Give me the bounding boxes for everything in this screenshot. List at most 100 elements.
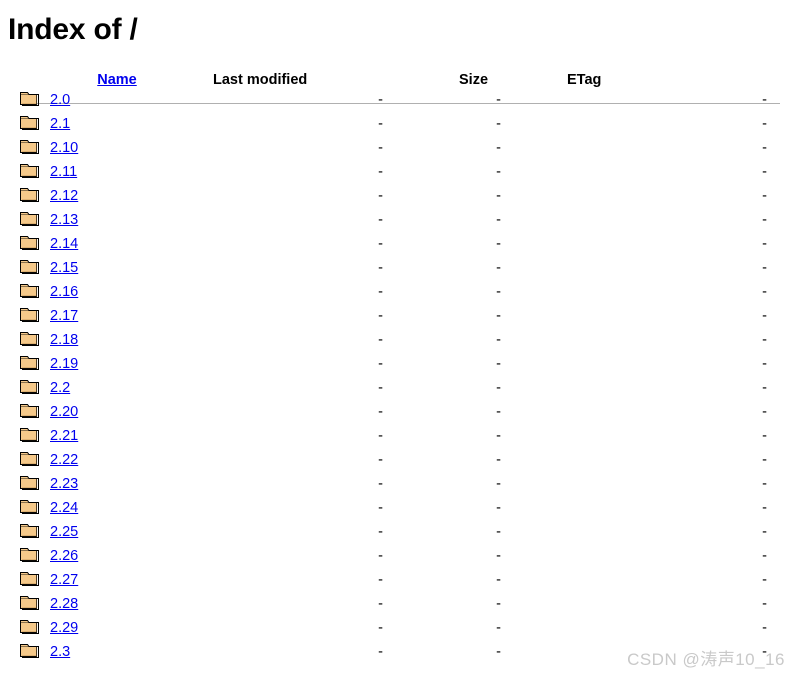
directory-link[interactable]: 2.2: [50, 380, 70, 396]
table-header-row: Name Last modified Size ETag: [0, 66, 797, 88]
page-root: Index of / Name Last modified Size ETag: [0, 0, 797, 676]
row-name-cell: 2.29: [50, 616, 200, 640]
row-icon-cell: [0, 304, 50, 328]
table-row: 2.26 - - -: [0, 544, 797, 568]
folder-icon: [20, 259, 40, 275]
directory-link[interactable]: 2.3: [50, 644, 70, 660]
directory-link[interactable]: 2.17: [50, 308, 78, 324]
row-name-cell: 2.20: [50, 400, 200, 424]
row-icon-cell: [0, 328, 50, 352]
table-row: 2.12 - - -: [0, 184, 797, 208]
folder-icon: [20, 235, 40, 251]
row-icon-cell: [0, 208, 50, 232]
table-row: 2.0 - - -: [0, 88, 797, 112]
row-size-cell: -: [496, 356, 501, 372]
directory-link[interactable]: 2.27: [50, 572, 78, 588]
row-icon-cell: [0, 568, 50, 592]
row-icon-cell: [0, 256, 50, 280]
row-last-modified-cell: -: [378, 92, 383, 108]
directory-link[interactable]: 2.24: [50, 500, 78, 516]
page-title: Index of /: [8, 13, 138, 46]
directory-link[interactable]: 2.10: [50, 140, 78, 156]
directory-link[interactable]: 2.21: [50, 428, 78, 444]
row-icon-cell: [0, 112, 50, 136]
row-name-cell: 2.12: [50, 184, 200, 208]
directory-link[interactable]: 2.23: [50, 476, 78, 492]
row-size-cell: -: [496, 92, 501, 108]
directory-link[interactable]: 2.19: [50, 356, 78, 372]
row-last-modified-cell: -: [378, 236, 383, 252]
directory-link[interactable]: 2.26: [50, 548, 78, 564]
row-icon-cell: [0, 160, 50, 184]
row-size-cell: -: [496, 644, 501, 660]
row-name-cell: 2.23: [50, 472, 200, 496]
row-name-cell: 2.26: [50, 544, 200, 568]
row-name-cell: 2.3: [50, 640, 200, 664]
row-name-cell: 2.10: [50, 136, 200, 160]
row-etag-cell: -: [762, 140, 767, 156]
row-name-cell: 2.16: [50, 280, 200, 304]
row-etag-cell: -: [762, 356, 767, 372]
table-row: 2.23 - - -: [0, 472, 797, 496]
table-row: 2.28 - - -: [0, 592, 797, 616]
directory-link[interactable]: 2.22: [50, 452, 78, 468]
row-last-modified-cell: -: [378, 380, 383, 396]
directory-link[interactable]: 2.25: [50, 524, 78, 540]
row-size-cell: -: [496, 404, 501, 420]
row-size-cell: -: [496, 116, 501, 132]
row-icon-cell: [0, 424, 50, 448]
row-etag-cell: -: [762, 284, 767, 300]
directory-link[interactable]: 2.29: [50, 620, 78, 636]
folder-icon: [20, 379, 40, 395]
sort-by-name-link[interactable]: Name: [97, 72, 137, 88]
row-icon-cell: [0, 520, 50, 544]
folder-icon: [20, 547, 40, 563]
row-etag-cell: -: [762, 308, 767, 324]
row-size-cell: -: [496, 332, 501, 348]
table-row: 2.2 - - -: [0, 376, 797, 400]
row-name-cell: 2.17: [50, 304, 200, 328]
directory-link[interactable]: 2.14: [50, 236, 78, 252]
table-row: 2.19 - - -: [0, 352, 797, 376]
table-row: 2.22 - - -: [0, 448, 797, 472]
row-etag-cell: -: [762, 116, 767, 132]
row-last-modified-cell: -: [378, 188, 383, 204]
directory-link[interactable]: 2.28: [50, 596, 78, 612]
directory-link[interactable]: 2.20: [50, 404, 78, 420]
folder-icon: [20, 91, 40, 107]
directory-link[interactable]: 2.12: [50, 188, 78, 204]
row-name-cell: 2.25: [50, 520, 200, 544]
row-icon-cell: [0, 496, 50, 520]
row-etag-cell: -: [762, 92, 767, 108]
column-header-name: Name: [50, 66, 200, 88]
row-icon-cell: [0, 400, 50, 424]
directory-link[interactable]: 2.18: [50, 332, 78, 348]
row-name-cell: 2.11: [50, 160, 200, 184]
directory-link[interactable]: 2.1: [50, 116, 70, 132]
folder-icon: [20, 523, 40, 539]
row-last-modified-cell: -: [378, 356, 383, 372]
row-name-cell: 2.19: [50, 352, 200, 376]
row-etag-cell: -: [762, 404, 767, 420]
directory-link[interactable]: 2.15: [50, 260, 78, 276]
row-last-modified-cell: -: [378, 644, 383, 660]
folder-icon: [20, 187, 40, 203]
table-body: 2.0 - - - 2.1 - - - 2.10 - - - 2.11 - - - 2.12 - - - 2.13 - - -…: [0, 88, 797, 664]
directory-link[interactable]: 2.0: [50, 92, 70, 108]
row-name-cell: 2.14: [50, 232, 200, 256]
row-etag-cell: -: [762, 548, 767, 564]
table-row: 2.29 - - -: [0, 616, 797, 640]
row-last-modified-cell: -: [378, 500, 383, 516]
row-last-modified-cell: -: [378, 572, 383, 588]
row-etag-cell: -: [762, 260, 767, 276]
folder-icon: [20, 163, 40, 179]
directory-link[interactable]: 2.13: [50, 212, 78, 228]
row-etag-cell: -: [762, 332, 767, 348]
directory-link[interactable]: 2.16: [50, 284, 78, 300]
row-last-modified-cell: -: [378, 596, 383, 612]
row-etag-cell: -: [762, 572, 767, 588]
row-icon-cell: [0, 352, 50, 376]
row-name-cell: 2.18: [50, 328, 200, 352]
directory-link[interactable]: 2.11: [50, 164, 77, 180]
folder-icon: [20, 499, 40, 515]
